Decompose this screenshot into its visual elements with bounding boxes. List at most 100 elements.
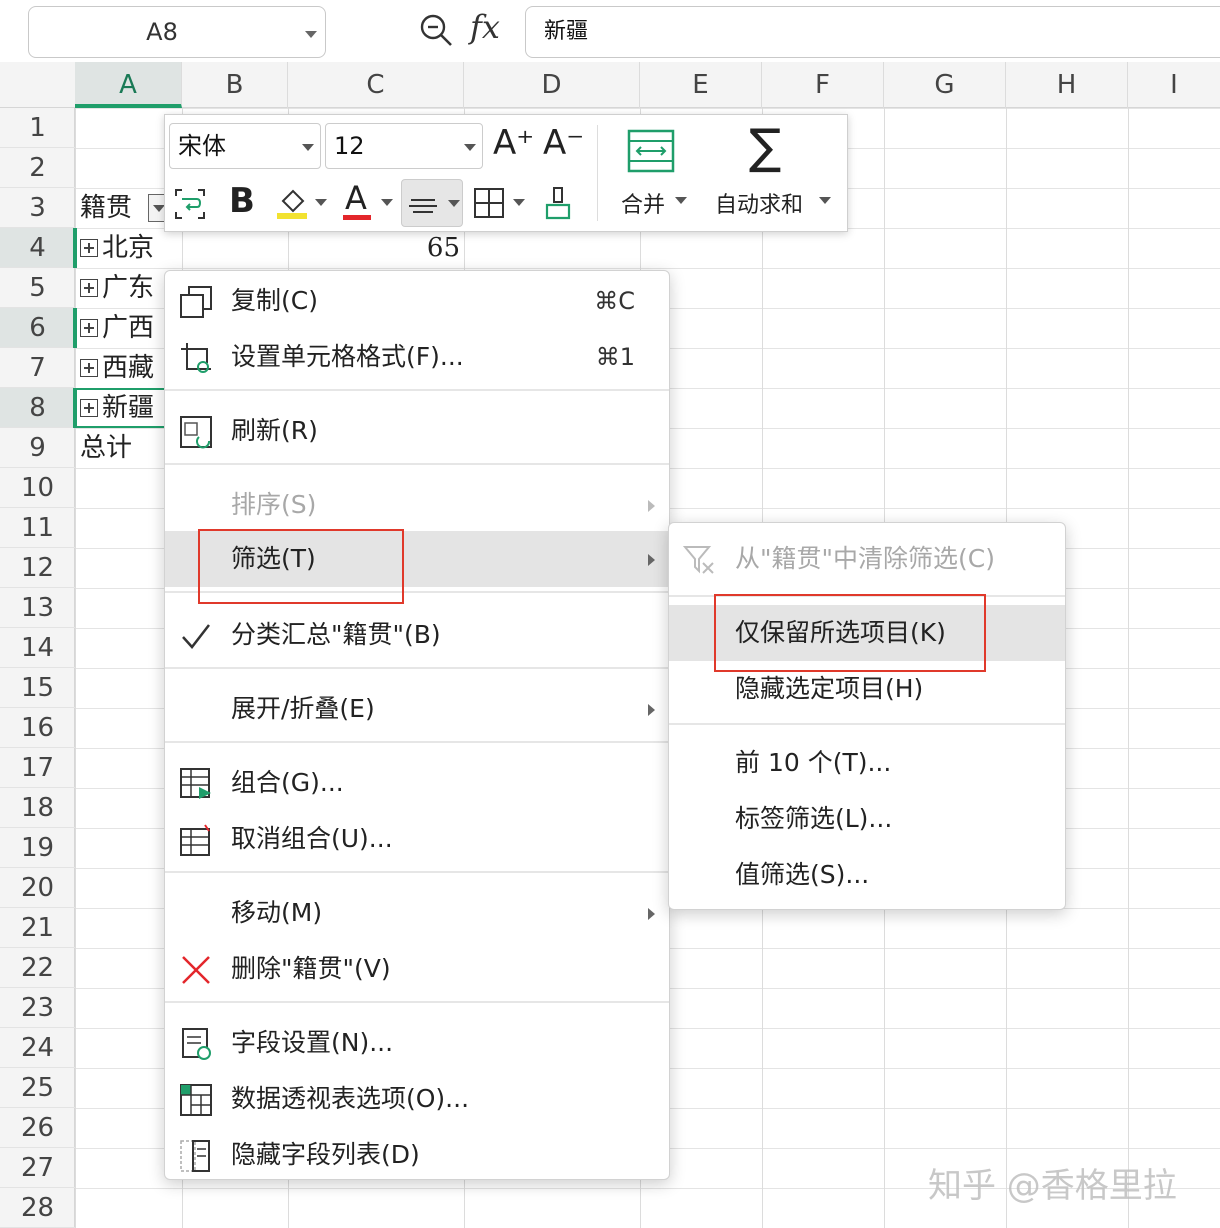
row-header-8[interactable]: 8 bbox=[0, 388, 75, 428]
zoom-icon[interactable] bbox=[418, 12, 454, 48]
chevron-down-icon[interactable] bbox=[315, 199, 327, 206]
row-header-13[interactable]: 13 bbox=[0, 588, 75, 628]
row-header-28[interactable]: 28 bbox=[0, 1188, 75, 1228]
row-header-9[interactable]: 9 bbox=[0, 428, 75, 468]
increase-font-button[interactable]: A⁺ bbox=[493, 123, 534, 163]
menu-separator bbox=[165, 463, 669, 465]
menu-item-label: 字段设置(N)... bbox=[231, 1028, 394, 1057]
menu-item-subtotal[interactable]: 分类汇总"籍贯"(B) bbox=[165, 607, 669, 663]
menu-item-sort[interactable]: 排序(S) bbox=[165, 477, 669, 533]
submenu-item-clear-filter[interactable]: 从"籍贯"中清除筛选(C) bbox=[669, 531, 1065, 587]
menu-item-refresh[interactable]: 刷新(R) bbox=[165, 403, 669, 459]
cell-c4[interactable]: 65 bbox=[380, 228, 460, 268]
submenu-item-top-10[interactable]: 前 10 个(T)... bbox=[669, 735, 1065, 791]
column-header-g[interactable]: G bbox=[884, 62, 1006, 108]
menu-item-hide-field-list[interactable]: 隐藏字段列表(D) bbox=[165, 1127, 669, 1183]
menu-item-copy[interactable]: 复制(C) ⌘C bbox=[165, 273, 669, 329]
menu-item-ungroup[interactable]: 取消组合(U)... bbox=[165, 811, 669, 867]
row-header-26[interactable]: 26 bbox=[0, 1108, 75, 1148]
row-header-5[interactable]: 5 bbox=[0, 268, 75, 308]
decrease-font-button[interactable]: A⁻ bbox=[543, 123, 584, 163]
cell-a9[interactable]: 总计 bbox=[80, 428, 132, 468]
row-header-11[interactable]: 11 bbox=[0, 508, 75, 548]
column-header-f[interactable]: F bbox=[762, 62, 884, 108]
pivot-row-xizang[interactable]: 西藏 bbox=[80, 348, 154, 388]
row-header-18[interactable]: 18 bbox=[0, 788, 75, 828]
ungroup-icon bbox=[180, 824, 210, 856]
row-header-2[interactable]: 2 bbox=[0, 148, 75, 188]
align-button[interactable] bbox=[401, 179, 463, 227]
row-header-24[interactable]: 24 bbox=[0, 1028, 75, 1068]
column-header-i[interactable]: I bbox=[1128, 62, 1220, 108]
menu-item-format-cells[interactable]: 设置单元格格式(F)... ⌘1 bbox=[165, 329, 669, 385]
format-toolbar: 宋体 12 A⁺ A⁻ 合并 ∑ 自动求和 B A bbox=[164, 114, 848, 232]
column-header-b[interactable]: B bbox=[182, 62, 288, 108]
menu-item-label: 组合(G)... bbox=[231, 768, 344, 797]
wrap-text-icon[interactable] bbox=[173, 187, 207, 221]
chevron-down-icon[interactable] bbox=[819, 197, 831, 204]
borders-icon[interactable] bbox=[473, 187, 505, 219]
font-color-button[interactable]: A bbox=[345, 179, 367, 217]
column-header-d[interactable]: D bbox=[464, 62, 640, 108]
menu-item-pivot-options[interactable]: 数据透视表选项(O)... bbox=[165, 1071, 669, 1127]
row-header-27[interactable]: 27 bbox=[0, 1148, 75, 1188]
expand-icon[interactable] bbox=[80, 319, 98, 337]
fill-color-icon[interactable] bbox=[275, 185, 311, 221]
format-painter-icon[interactable] bbox=[543, 185, 573, 221]
row-header-21[interactable]: 21 bbox=[0, 908, 75, 948]
row-header-19[interactable]: 19 bbox=[0, 828, 75, 868]
menu-item-delete[interactable]: 删除"籍贯"(V) bbox=[165, 941, 669, 997]
toolbar-divider bbox=[597, 125, 598, 221]
menu-item-label: 取消组合(U)... bbox=[231, 824, 393, 853]
pivot-row-beijing[interactable]: 北京 bbox=[80, 228, 154, 268]
font-size-select[interactable]: 12 bbox=[325, 123, 483, 169]
row-header-7[interactable]: 7 bbox=[0, 348, 75, 388]
merge-cells-icon[interactable] bbox=[627, 129, 675, 173]
row-header-4[interactable]: 4 bbox=[0, 228, 75, 268]
fx-icon[interactable]: fx bbox=[470, 8, 500, 46]
menu-item-label: 值筛选(S)... bbox=[735, 860, 870, 889]
row-header-15[interactable]: 15 bbox=[0, 668, 75, 708]
formula-input[interactable]: 新疆 bbox=[525, 6, 1220, 58]
row-header-16[interactable]: 16 bbox=[0, 708, 75, 748]
row-header-14[interactable]: 14 bbox=[0, 628, 75, 668]
expand-icon[interactable] bbox=[80, 359, 98, 377]
menu-item-group[interactable]: 组合(G)... bbox=[165, 755, 669, 811]
pivot-row-guangdong[interactable]: 广东 bbox=[80, 268, 154, 308]
bold-button[interactable]: B bbox=[229, 181, 255, 221]
pivot-row-field-header[interactable]: 籍贯 bbox=[80, 188, 132, 228]
row-header-20[interactable]: 20 bbox=[0, 868, 75, 908]
expand-icon[interactable] bbox=[80, 239, 98, 257]
chevron-down-icon[interactable] bbox=[675, 197, 687, 204]
row-header-23[interactable]: 23 bbox=[0, 988, 75, 1028]
row-header-22[interactable]: 22 bbox=[0, 948, 75, 988]
menu-item-field-settings[interactable]: 字段设置(N)... bbox=[165, 1015, 669, 1071]
row-header-1[interactable]: 1 bbox=[0, 108, 75, 148]
submenu-item-label-filter[interactable]: 标签筛选(L)... bbox=[669, 791, 1065, 847]
pivot-row-guangxi[interactable]: 广西 bbox=[80, 308, 154, 348]
chevron-down-icon[interactable] bbox=[513, 199, 525, 206]
row-header-12[interactable]: 12 bbox=[0, 548, 75, 588]
selection-marker-row-4 bbox=[73, 228, 77, 268]
row-header-17[interactable]: 17 bbox=[0, 748, 75, 788]
row-header-3[interactable]: 3 bbox=[0, 188, 75, 228]
checkmark-icon bbox=[182, 624, 210, 649]
column-header-h[interactable]: H bbox=[1006, 62, 1128, 108]
row-header-25[interactable]: 25 bbox=[0, 1068, 75, 1108]
expand-icon[interactable] bbox=[80, 279, 98, 297]
row-header-6[interactable]: 6 bbox=[0, 308, 75, 348]
menu-item-move[interactable]: 移动(M) bbox=[165, 885, 669, 941]
column-header-e[interactable]: E bbox=[640, 62, 762, 108]
chevron-down-icon[interactable] bbox=[381, 199, 393, 206]
autosum-button[interactable]: 自动求和 bbox=[715, 187, 803, 219]
chevron-down-icon[interactable] bbox=[305, 31, 317, 38]
name-box[interactable]: A8 bbox=[28, 6, 326, 58]
merge-button[interactable]: 合并 bbox=[621, 187, 665, 219]
font-name-select[interactable]: 宋体 bbox=[169, 123, 321, 169]
column-header-c[interactable]: C bbox=[288, 62, 464, 108]
submenu-item-value-filter[interactable]: 值筛选(S)... bbox=[669, 847, 1065, 903]
menu-item-expand-collapse[interactable]: 展开/折叠(E) bbox=[165, 681, 669, 737]
sigma-icon[interactable]: ∑ bbox=[749, 121, 781, 173]
row-header-10[interactable]: 10 bbox=[0, 468, 75, 508]
column-header-a[interactable]: A bbox=[75, 62, 182, 108]
